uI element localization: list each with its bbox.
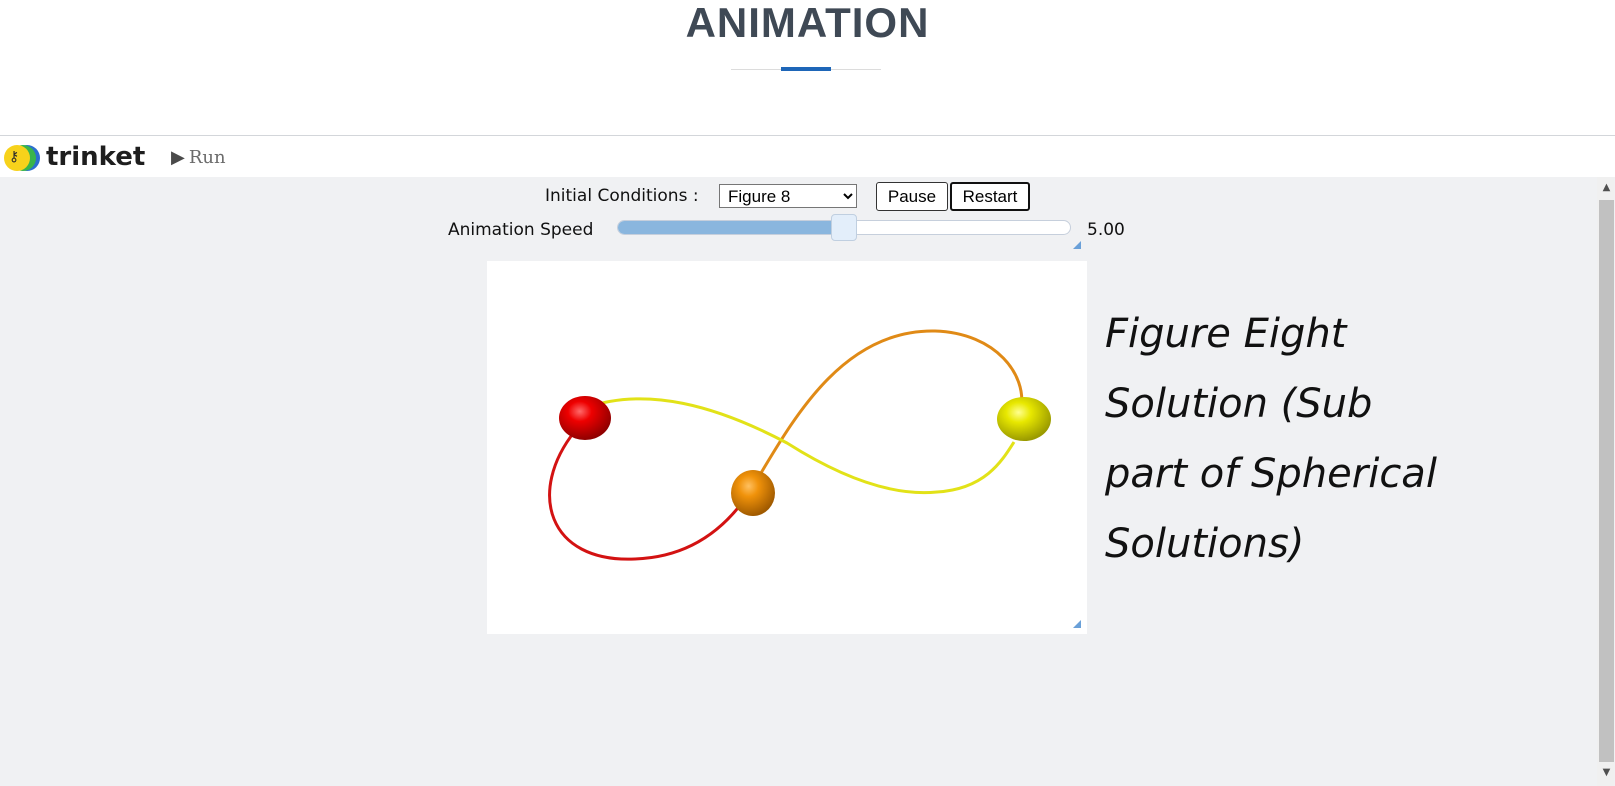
trinket-logo-text: trinket [46, 142, 146, 172]
scrollbar-thumb[interactable] [1599, 200, 1614, 762]
red-trail [548, 430, 751, 561]
trinket-logo[interactable]: ⚷ trinket [4, 142, 145, 172]
initial-conditions-row: Initial Conditions : Figure 8 Pause Rest… [0, 181, 1579, 211]
run-button-label: Run [188, 146, 226, 168]
page-header: ANIMATION [0, 0, 1615, 134]
orange-body [731, 470, 775, 516]
restart-button[interactable]: Restart [950, 182, 1030, 211]
caption-line: Figure Eight [1105, 311, 1347, 357]
caption-line: part of Spherical [1105, 451, 1437, 497]
simulation-canvas[interactable] [487, 261, 1087, 634]
play-icon: ▶ [171, 146, 185, 168]
figure-eight-svg [548, 329, 1051, 561]
animation-speed-value: 5.00 [1087, 220, 1125, 240]
output-scrollbar[interactable]: ▲ ▼ [1579, 177, 1615, 786]
initial-conditions-label: Initial Conditions : [545, 186, 699, 206]
caption-line: Solution (Sub [1105, 381, 1373, 427]
trinket-toolbar: ⚷ trinket ▶ Run [0, 135, 1615, 178]
trinket-logo-mark: ⚷ [4, 144, 42, 171]
resize-grip-icon[interactable] [1073, 241, 1081, 249]
simulation-caption: Figure Eight Solution (Sub part of Spher… [1105, 299, 1485, 579]
title-accent-bar [781, 67, 831, 71]
yellow-body [997, 397, 1051, 441]
pause-button[interactable]: Pause [876, 182, 948, 211]
run-button[interactable]: ▶ Run [171, 144, 226, 170]
slider-handle[interactable] [831, 214, 857, 241]
page-title: ANIMATION [685, 0, 930, 46]
slider-fill [618, 221, 844, 234]
key-icon: ⚷ [9, 149, 20, 165]
scroll-down-arrow-icon[interactable]: ▼ [1599, 765, 1614, 781]
canvas-resize-grip-icon[interactable] [1073, 620, 1081, 628]
initial-conditions-select[interactable]: Figure 8 [719, 184, 857, 208]
scroll-up-arrow-icon[interactable]: ▲ [1599, 180, 1614, 196]
red-body [559, 396, 611, 440]
trinket-output: Initial Conditions : Figure 8 Pause Rest… [0, 177, 1579, 786]
orange-trail [747, 329, 1024, 494]
caption-line: Solutions) [1105, 521, 1305, 567]
animation-speed-label: Animation Speed [448, 220, 594, 240]
